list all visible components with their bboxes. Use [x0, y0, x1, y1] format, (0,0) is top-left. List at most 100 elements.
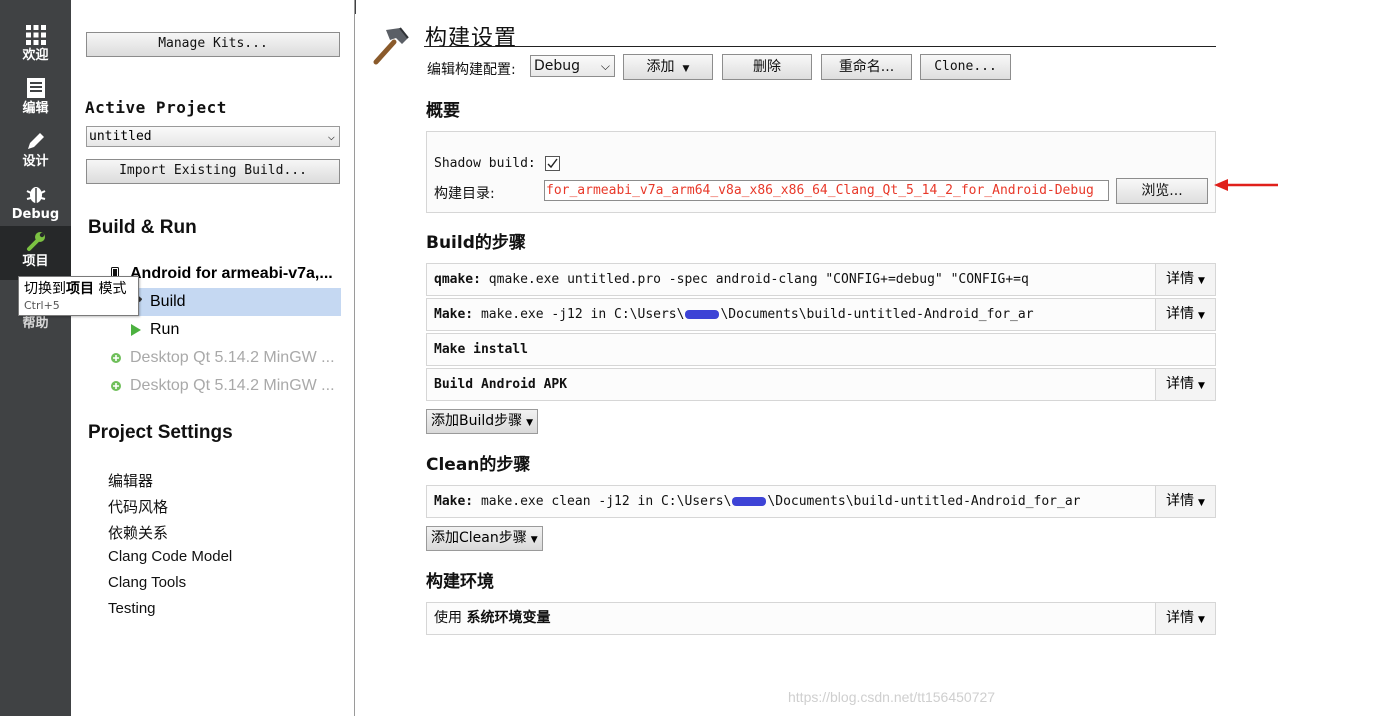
dropdown-arrow-icon: ▼: [1198, 498, 1205, 508]
build-dir-input[interactable]: for_armeabi_v7a_arm64_v8a_x86_x86_64_Cla…: [544, 180, 1109, 201]
watermark: https://blog.csdn.net/tt156450727: [788, 689, 996, 705]
mode-tooltip: 切换到项目 模式 Ctrl+5: [18, 276, 139, 316]
dropdown-arrow-icon: ▼: [682, 64, 690, 74]
build-config-value: Debug: [534, 58, 581, 74]
mode-edit[interactable]: 编辑: [0, 73, 71, 126]
build-settings-page: 构建设置 编辑构建配置: Debug ⌵ 添加 ▼ 删除 重命名... Clone…: [356, 0, 1386, 716]
settings-item-clang-code-model[interactable]: Clang Code Model: [108, 548, 232, 565]
browse-button[interactable]: 浏览...: [1116, 178, 1208, 204]
build-env-heading: 构建环境: [426, 572, 494, 592]
dropdown-arrow-icon: ▼: [1198, 381, 1205, 391]
tooltip-prefix: 切换到: [24, 281, 66, 297]
mode-projects[interactable]: 项目: [0, 226, 71, 280]
delete-config-button[interactable]: 删除: [722, 54, 812, 80]
overview-heading: 概要: [426, 101, 460, 121]
pencil-icon: [0, 130, 71, 154]
import-existing-build-button[interactable]: Import Existing Build...: [86, 159, 340, 184]
step-command: qmake.exe untitled.pro -spec android-cla…: [488, 272, 1029, 287]
build-step-make[interactable]: Make: make.exe -j12 in C:\Users\ \Documen…: [426, 298, 1216, 331]
dropdown-arrow-icon: ▼: [1198, 615, 1205, 625]
shadow-build-label: Shadow build:: [434, 156, 536, 171]
mode-debug[interactable]: Debug: [0, 179, 71, 232]
mode-label: 设计: [22, 154, 49, 169]
checkmark-icon: [547, 158, 558, 169]
build-step-android-apk[interactable]: Build Android APK 详情 ▼: [426, 368, 1216, 401]
mode-label: 编辑: [22, 101, 49, 116]
step-name: qmake:: [434, 272, 481, 287]
mode-design[interactable]: 设计: [0, 126, 71, 179]
settings-item-code-style[interactable]: 代码风格: [108, 496, 168, 517]
tooltip-shortcut: Ctrl+5: [24, 299, 60, 312]
tooltip-mode: 项目: [66, 281, 94, 297]
add-build-step-button[interactable]: 添加Build步骤 ▼: [426, 409, 539, 434]
shadow-build-checkbox[interactable]: [545, 156, 560, 171]
dropdown-arrow-icon: ▼: [1198, 276, 1205, 286]
mode-bar: 欢迎 编辑 设计 Debug 项目 帮助: [0, 0, 71, 716]
settings-item-clang-tools[interactable]: Clang Tools: [108, 574, 186, 591]
clone-config-button[interactable]: Clone...: [920, 54, 1011, 80]
step-name: Make:: [434, 494, 474, 509]
active-project-select[interactable]: untitled ⌵: [86, 126, 340, 147]
settings-item-testing[interactable]: Testing: [108, 600, 156, 617]
annotation-arrow-icon: [1214, 178, 1280, 196]
overview-panel: Shadow build: 构建目录: for_armeabi_v7a_arm6…: [426, 131, 1216, 213]
step-command: make.exe clean -j12 in C:\Users\: [480, 494, 732, 509]
kit-desktop-2-label: Desktop Qt 5.14.2 MinGW ...: [130, 377, 335, 394]
add-config-button[interactable]: 添加 ▼: [623, 54, 713, 80]
build-dir-label: 构建目录:: [434, 186, 495, 202]
details-button[interactable]: 详情 ▼: [1155, 603, 1215, 634]
build-env-row[interactable]: 使用 系统环境变量 详情 ▼: [426, 602, 1216, 635]
navigation-panel: Manage Kits... Active Project untitled ⌵…: [71, 0, 355, 716]
clean-step-make[interactable]: Make: make.exe clean -j12 in C:\Users\ \D…: [426, 485, 1216, 518]
tree-item-build[interactable]: Build: [108, 288, 341, 316]
add-clean-step-button[interactable]: 添加Clean步骤 ▼: [426, 526, 543, 551]
step-command-rest: \Documents\build-untitled-Android_for_ar: [720, 307, 1034, 322]
details-label: 详情: [1166, 493, 1195, 509]
build-config-select[interactable]: Debug ⌵: [530, 55, 615, 77]
tree-item-build-label: Build: [150, 293, 186, 310]
title-divider: [424, 46, 1216, 47]
details-label: 详情: [1166, 376, 1195, 392]
details-label: 详情: [1166, 610, 1195, 626]
step-name: Build Android APK: [434, 377, 568, 392]
active-project-value: untitled: [89, 129, 152, 144]
details-button[interactable]: 详情 ▼: [1155, 369, 1215, 400]
mode-welcome[interactable]: 欢迎: [0, 20, 71, 73]
add-kit-icon: [110, 372, 122, 400]
details-button[interactable]: 详情 ▼: [1155, 264, 1215, 295]
tree-item-run[interactable]: Run: [71, 316, 355, 344]
step-name: Make install: [434, 342, 528, 357]
kit-desktop-1-label: Desktop Qt 5.14.2 MinGW ...: [130, 349, 335, 366]
settings-item-editor[interactable]: 编辑器: [108, 470, 153, 491]
add-build-step-label: 添加Build步骤: [431, 413, 523, 429]
build-step-make-install[interactable]: Make install: [426, 333, 1216, 366]
project-settings-heading: Project Settings: [88, 422, 233, 443]
kit-desktop-2[interactable]: Desktop Qt 5.14.2 MinGW ...: [71, 372, 355, 400]
details-button[interactable]: 详情 ▼: [1155, 486, 1215, 517]
mode-label: 项目: [22, 254, 49, 269]
bug-icon: [0, 183, 71, 207]
settings-item-dependencies[interactable]: 依赖关系: [108, 522, 168, 543]
details-button[interactable]: 详情 ▼: [1155, 299, 1215, 330]
dropdown-arrow-icon: ▼: [530, 535, 538, 545]
dropdown-arrow-icon: ▼: [1198, 311, 1205, 321]
run-icon: [130, 316, 142, 344]
chevron-down-icon: ⌵: [600, 59, 610, 73]
document-icon: [0, 77, 71, 101]
dropdown-arrow-icon: ▼: [526, 418, 534, 428]
mode-label: Debug: [11, 207, 60, 222]
rename-config-button[interactable]: 重命名...: [821, 54, 912, 80]
page-title: 构建设置: [425, 26, 518, 51]
step-name: Make:: [434, 307, 474, 322]
add-kit-icon: [110, 344, 122, 372]
env-prefix: 使用: [434, 610, 462, 626]
wrench-icon: [0, 230, 71, 254]
build-steps-heading: Build的步骤: [426, 233, 526, 253]
build-step-qmake[interactable]: qmake: qmake.exe untitled.pro -spec andr…: [426, 263, 1216, 296]
add-config-label: 添加: [646, 59, 675, 75]
kit-desktop-1[interactable]: Desktop Qt 5.14.2 MinGW ...: [71, 344, 355, 372]
hammer-icon: [370, 24, 412, 70]
edit-config-label: 编辑构建配置:: [427, 62, 516, 78]
redaction-mark: [685, 310, 720, 319]
manage-kits-button[interactable]: Manage Kits...: [86, 32, 340, 57]
